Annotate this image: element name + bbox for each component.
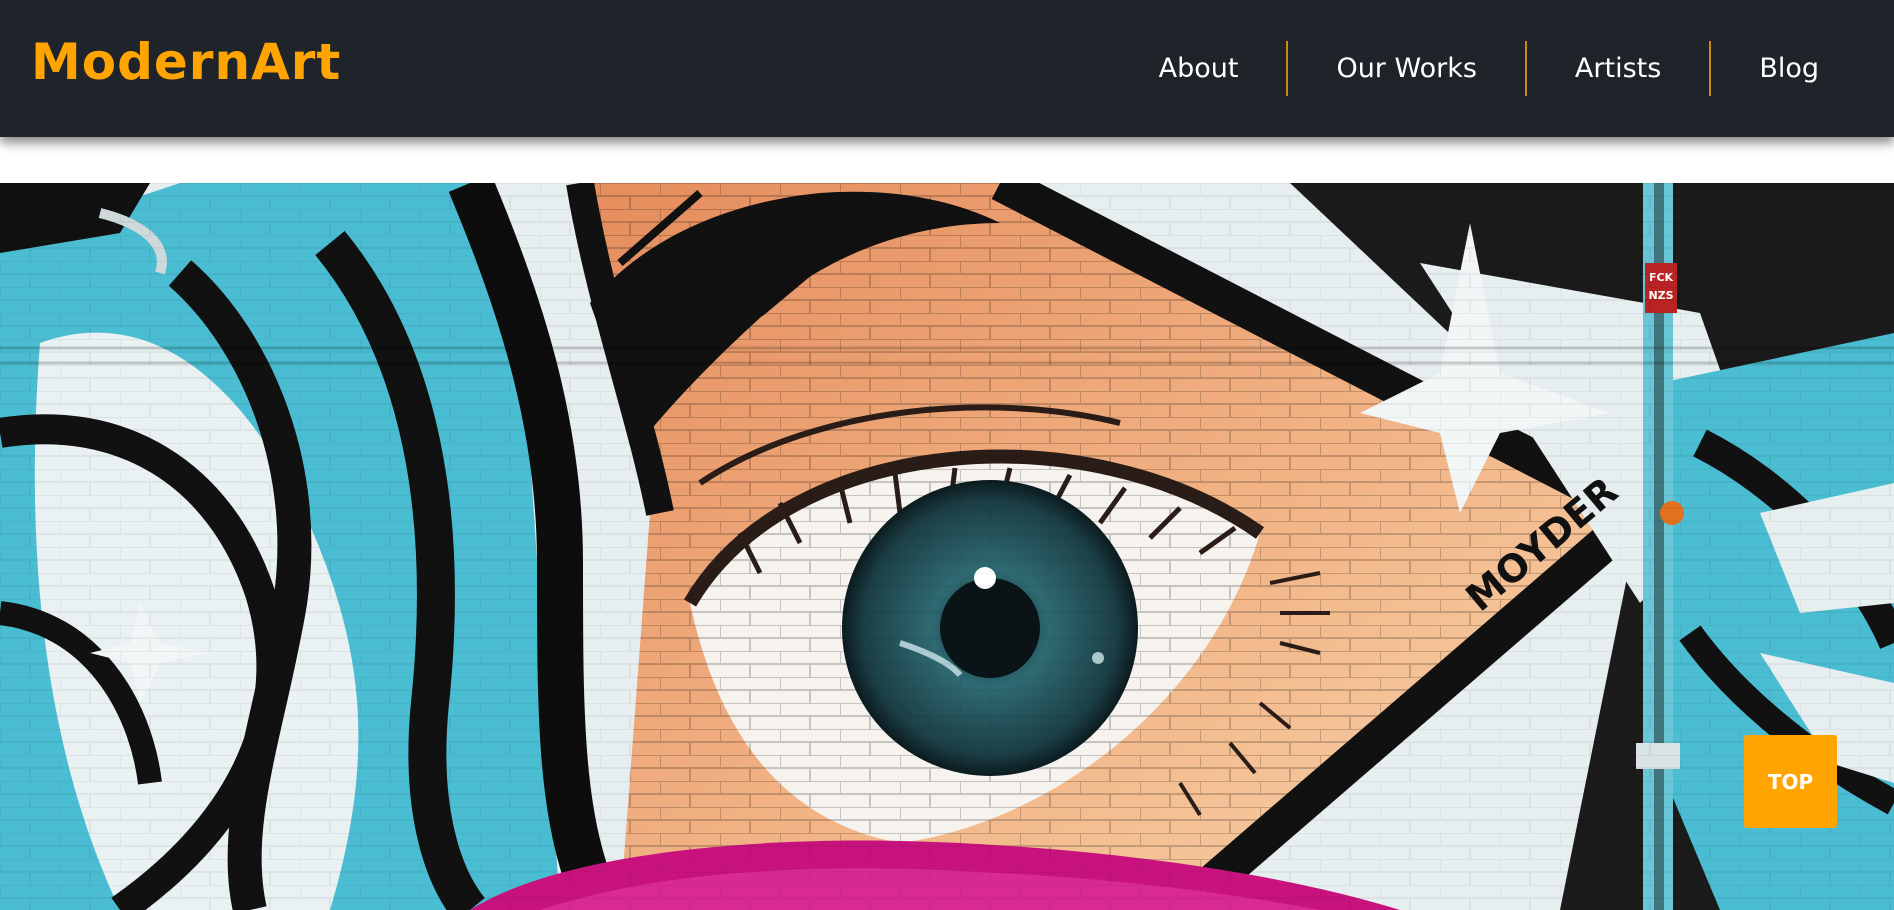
nav-item-blog[interactable]: Blog [1711,41,1894,96]
brand-logo[interactable]: ModernArt [31,37,341,87]
nav-item-artists[interactable]: Artists [1527,41,1709,96]
nav-item-our-works[interactable]: Our Works [1288,41,1524,96]
hero-image: FCK NZS MOYDER [0,183,1894,910]
scroll-to-top-button[interactable]: TOP [1744,735,1837,828]
main-nav: About Our Works Artists Blog [1111,41,1894,96]
hero-banner: FCK NZS MOYDER [0,183,1894,910]
nav-item-about[interactable]: About [1111,41,1287,96]
site-navbar: ModernArt About Our Works Artists Blog [0,0,1894,137]
